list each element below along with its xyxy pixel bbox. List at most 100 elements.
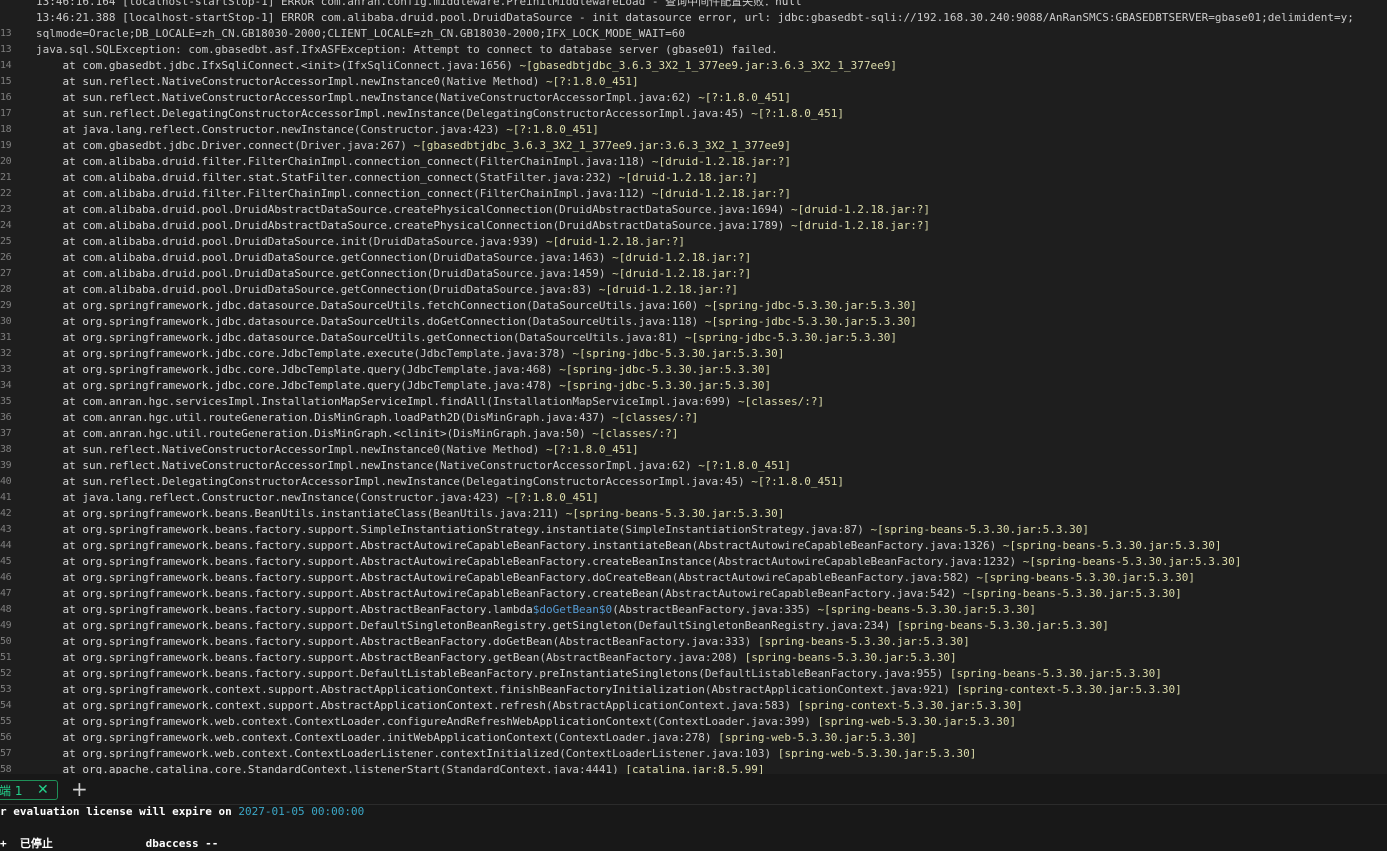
code-token: (AbstractAutowireCapableBeanFactory.java… (671, 571, 970, 584)
line-number: 34 (0, 380, 12, 391)
code-token: at com.alibaba.druid.pool.DruidDataSourc… (36, 251, 427, 264)
line-number: 19 (0, 140, 12, 151)
code-token: at java.lang.reflect.Constructor.newInst… (36, 491, 354, 504)
code-token: at com.anran.hgc.util.routeGeneration.Di… (36, 427, 447, 440)
code-line: 52 at org.springframework.beans.factory.… (0, 666, 1387, 682)
line-number: 13 (0, 44, 12, 55)
code-token: at sun.reflect.DelegatingConstructorAcce… (36, 475, 460, 488)
code-token: (Driver.java:267) (294, 139, 407, 152)
line-number: 40 (0, 476, 12, 487)
code-token: at com.alibaba.druid.pool.DruidDataSourc… (36, 283, 427, 296)
code-token: at org.springframework.beans.factory.sup… (36, 571, 672, 584)
code-line: 20 at com.alibaba.druid.filter.FilterCha… (0, 154, 1387, 170)
line-number: 53 (0, 684, 12, 695)
code-token: ~[druid-1.2.18.jar:?] (645, 187, 791, 200)
code-token: ~[druid-1.2.18.jar:?] (605, 251, 752, 264)
code-text: sqlmode=Oracle;DB_LOCALE=zh_CN.GB18030-2… (36, 26, 685, 42)
code-line: 25 at com.alibaba.druid.pool.DruidDataSo… (0, 234, 1387, 250)
code-token: ~[?:1.8.0_451] (691, 91, 791, 104)
code-text: at org.springframework.beans.BeanUtils.i… (36, 506, 784, 522)
code-token: at org.springframework.jdbc.datasource.D… (36, 315, 527, 328)
code-text: java.sql.SQLException: com.gbasedbt.asf.… (36, 42, 778, 58)
code-token: at org.springframework.web.context.Conte… (36, 731, 553, 744)
code-line: 32 at org.springframework.jdbc.core.Jdbc… (0, 346, 1387, 362)
code-token: at org.springframework.beans.factory.sup… (36, 555, 712, 568)
code-text: at com.alibaba.druid.pool.DruidDataSourc… (36, 282, 738, 298)
terminal-tab[interactable]: 端 1 ✕ (0, 780, 58, 800)
line-number: 47 (0, 588, 12, 599)
code-text: at com.alibaba.druid.pool.DruidAbstractD… (36, 218, 930, 234)
terminal-output[interactable]: r evaluation license will expire on 2027… (0, 804, 1387, 851)
code-token: at org.springframework.beans.factory.sup… (36, 619, 633, 632)
code-token: (JdbcTemplate.java:468) (400, 363, 553, 376)
code-token: [spring-beans-5.3.30.jar:5.3.30] (738, 651, 957, 664)
line-number: 37 (0, 428, 12, 439)
code-text: at java.lang.reflect.Constructor.newInst… (36, 122, 598, 138)
code-token: (NativeConstructorAccessorImpl.java:62) (433, 91, 692, 104)
line-number: 25 (0, 236, 12, 247)
code-text: at sun.reflect.NativeConstructorAccessor… (36, 458, 791, 474)
code-token: at org.springframework.beans.factory.sup… (36, 523, 619, 536)
code-line: 23 at com.alibaba.druid.pool.DruidAbstra… (0, 202, 1387, 218)
code-token: ~[spring-beans-5.3.30.jar:5.3.30] (969, 571, 1195, 584)
line-number: 23 (0, 204, 12, 215)
line-number: 21 (0, 172, 12, 183)
line-number: 58 (0, 764, 12, 774)
code-token: (DruidAbstractDataSource.java:1694) (552, 203, 785, 216)
line-number: 41 (0, 492, 12, 503)
code-lines: 13:46:16.164 [localhost-startStop-1] ERR… (0, 0, 1387, 774)
code-text: 13:46:16.164 [localhost-startStop-1] ERR… (36, 0, 802, 10)
line-number: 30 (0, 316, 12, 327)
code-line: 27 at com.alibaba.druid.pool.DruidDataSo… (0, 266, 1387, 282)
line-number: 18 (0, 124, 12, 135)
editor-pane[interactable]: 13:46:16.164 [localhost-startStop-1] ERR… (0, 0, 1387, 774)
code-text: at com.anran.hgc.servicesImpl.Installati… (36, 394, 824, 410)
code-text: at org.springframework.web.context.Conte… (36, 714, 1016, 730)
code-token: ~[gbasedbtjdbc_3.6.3_3X2_1_377ee9.jar:3.… (406, 139, 791, 152)
code-token: ~[?:1.8.0_451] (744, 475, 844, 488)
code-token: ~[spring-beans-5.3.30.jar:5.3.30] (1016, 555, 1242, 568)
terminal-line: + 已停止 dbaccess -- (0, 836, 1387, 851)
code-text: at org.springframework.jdbc.datasource.D… (36, 330, 896, 346)
code-line: 49 at org.springframework.beans.factory.… (0, 618, 1387, 634)
code-token: at org.springframework.jdbc.datasource.D… (36, 299, 527, 312)
code-token: (ContextLoaderListener.java:103) (559, 747, 772, 760)
code-line: 28 at com.alibaba.druid.pool.DruidDataSo… (0, 282, 1387, 298)
line-number: 51 (0, 652, 12, 663)
code-text: at org.springframework.beans.factory.sup… (36, 570, 1195, 586)
terminal-text: r evaluation license will expire on (0, 805, 239, 818)
code-line: 38 at sun.reflect.NativeConstructorAcces… (0, 442, 1387, 458)
code-token: (AbstractBeanFactory.java:208) (539, 651, 739, 664)
code-line: 39 at sun.reflect.NativeConstructorAcces… (0, 458, 1387, 474)
code-token: at sun.reflect.DelegatingConstructorAcce… (36, 107, 460, 120)
add-terminal-icon[interactable]: + (71, 778, 88, 800)
code-token: ~[?:1.8.0_451] (539, 443, 639, 456)
code-token: at sun.reflect.NativeConstructorAccessor… (36, 75, 440, 88)
code-token: at org.apache.catalina.core.StandardCont… (36, 763, 440, 774)
code-token: at com.alibaba.druid.filter.FilterChainI… (36, 155, 474, 168)
code-text: at com.alibaba.druid.pool.DruidDataSourc… (36, 250, 751, 266)
code-line: 41 at java.lang.reflect.Constructor.newI… (0, 490, 1387, 506)
code-token: ~[druid-1.2.18.jar:?] (612, 171, 758, 184)
line-number: 13 (0, 28, 12, 39)
code-text: at org.springframework.jdbc.core.JdbcTem… (36, 362, 771, 378)
code-line: 13 java.sql.SQLException: com.gbasedbt.as… (0, 42, 1387, 58)
code-token: java.sql.SQLException: com.gbasedbt.asf.… (36, 43, 778, 56)
code-line: 58 at org.apache.catalina.core.StandardC… (0, 762, 1387, 774)
code-line: 13 sqlmode=Oracle;DB_LOCALE=zh_CN.GB18030… (0, 26, 1387, 42)
code-token: null (775, 0, 802, 8)
code-line: 22 at com.alibaba.druid.filter.FilterCha… (0, 186, 1387, 202)
line-number: 16 (0, 92, 12, 103)
code-line: 55 at org.springframework.web.context.Co… (0, 714, 1387, 730)
code-text: at org.springframework.beans.factory.sup… (36, 554, 1241, 570)
terminal-text: + 已停止 dbaccess -- (0, 837, 219, 850)
code-text: at org.springframework.jdbc.datasource.D… (36, 314, 916, 330)
close-icon[interactable]: ✕ (37, 782, 49, 798)
code-token: at org.springframework.web.context.Conte… (36, 747, 560, 760)
line-number: 27 (0, 268, 12, 279)
code-token: ~[?:1.8.0_451] (539, 75, 639, 88)
code-token: ~[spring-jdbc-5.3.30.jar:5.3.30] (552, 379, 772, 392)
line-number: 29 (0, 300, 12, 311)
code-token: at com.alibaba.druid.filter.stat.StatFil… (36, 171, 474, 184)
code-token: (DruidAbstractDataSource.java:1789) (552, 219, 785, 232)
